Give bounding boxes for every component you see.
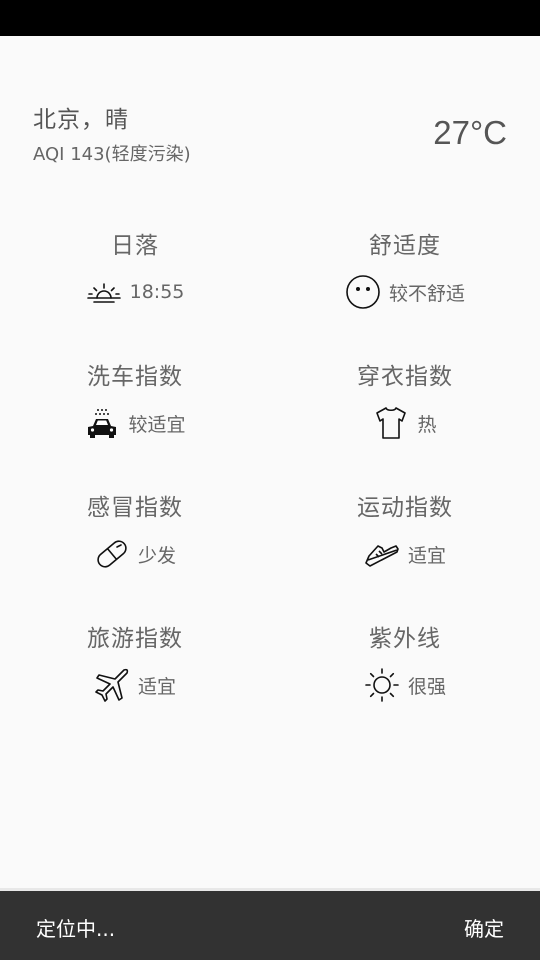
tshirt-icon — [373, 405, 409, 441]
index-title: 旅游指数 — [87, 626, 183, 652]
car-wash-icon — [84, 405, 120, 441]
aqi-label: AQI 143(轻度污染) — [33, 144, 191, 165]
index-sport: 运动指数 适宜 — [270, 482, 540, 613]
airplane-icon — [94, 667, 130, 703]
sun-icon — [364, 667, 400, 703]
index-value: 较适宜 — [128, 413, 186, 436]
index-travel: 旅游指数 适宜 — [0, 613, 270, 744]
index-title: 感冒指数 — [87, 495, 183, 521]
index-value: 18:55 — [129, 281, 185, 303]
index-value: 很强 — [407, 675, 446, 698]
index-title: 穿衣指数 — [357, 364, 453, 390]
index-cold: 感冒指数 少发 — [0, 482, 270, 613]
index-value: 较不舒适 — [388, 282, 465, 305]
temperature-label: 27°C — [433, 114, 507, 151]
pill-icon — [94, 536, 130, 572]
sneaker-icon — [364, 536, 400, 572]
status-bar — [0, 0, 540, 36]
sunset-icon — [86, 274, 122, 310]
weather-header: 北京，晴 AQI 143(轻度污染) 27°C — [33, 96, 513, 176]
index-dressing: 穿衣指数 热 — [270, 351, 540, 482]
weather-screen: 北京，晴 AQI 143(轻度污染) 27°C 日落 18:55 舒适度 较不舒… — [0, 0, 540, 960]
index-title: 舒适度 — [369, 233, 441, 259]
index-value: 适宜 — [407, 544, 446, 567]
confirm-button[interactable]: 确定 — [464, 913, 504, 942]
index-sunset: 日落 18:55 — [0, 220, 270, 351]
index-comfort: 舒适度 较不舒适 — [270, 220, 540, 351]
index-value: 适宜 — [137, 675, 176, 698]
index-title: 日落 — [111, 233, 159, 259]
index-value: 少发 — [137, 544, 176, 567]
snackbar-message: 定位中... — [36, 917, 116, 941]
face-icon — [345, 274, 381, 310]
index-uv: 紫外线 很强 — [270, 613, 540, 744]
index-title: 紫外线 — [369, 626, 441, 652]
index-title: 洗车指数 — [87, 364, 183, 390]
snackbar: 定位中... 确定 — [0, 888, 540, 960]
index-title: 运动指数 — [357, 495, 453, 521]
index-car-wash: 洗车指数 较适宜 — [0, 351, 270, 482]
city-weather-label: 北京，晴 — [33, 107, 129, 133]
index-value: 热 — [417, 413, 437, 436]
